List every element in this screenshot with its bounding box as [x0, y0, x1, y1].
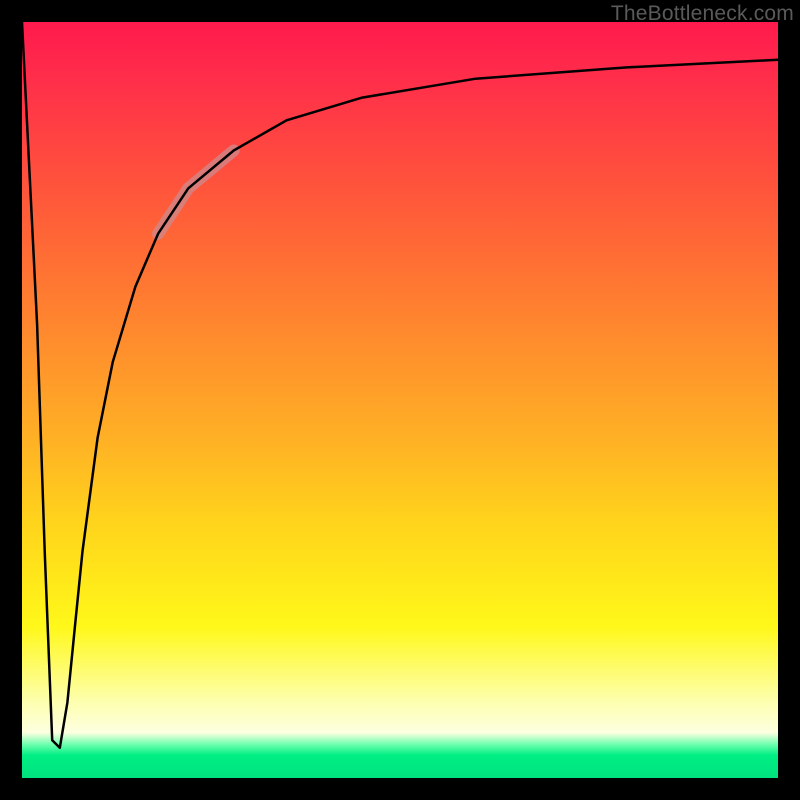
plot-area [22, 22, 778, 778]
chart-container: TheBottleneck.com [0, 0, 800, 800]
curve-svg [22, 22, 778, 778]
curve-line [22, 22, 778, 748]
curve-highlight [158, 151, 234, 234]
